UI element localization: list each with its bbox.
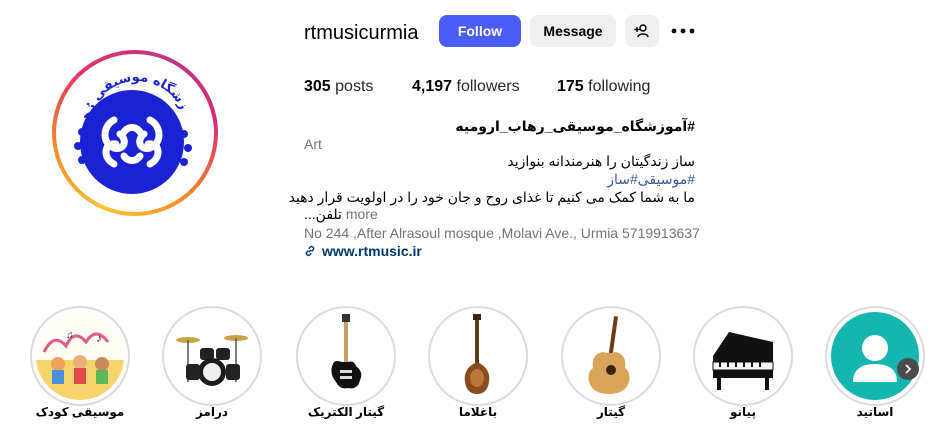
drum-kit-icon	[176, 335, 248, 386]
avatar-logo[interactable]: آموزشگاه موسیقی رُهاب	[62, 60, 208, 206]
bio-title: #آموزشگاه_موسیقی_رهاب_ارومیه	[455, 118, 695, 134]
posts-label: posts	[335, 78, 374, 95]
highlight-teachers[interactable]	[825, 306, 925, 406]
highlight-drums[interactable]	[162, 306, 262, 406]
highlight-label: اساتید	[856, 405, 894, 419]
chevron-right-icon	[905, 364, 912, 374]
suggest-users-button[interactable]	[625, 15, 659, 47]
bio-category: Art	[304, 136, 322, 152]
bio-line-text: تلفن...	[304, 206, 342, 222]
svg-text:♪: ♪	[96, 331, 102, 345]
following-count: 175	[557, 78, 584, 95]
following-label: following	[588, 78, 651, 95]
bio-line: ساز زندگیتان را هنرمندانه بنوازید	[507, 153, 695, 169]
posts-stat: 305 posts	[304, 77, 373, 97]
highlight-baglama[interactable]	[428, 306, 528, 406]
user-avatar-icon	[853, 335, 897, 382]
followers-label: followers	[456, 78, 520, 95]
followers-count: 4,197	[412, 78, 453, 95]
profile-username: rtmusicurmia	[304, 22, 419, 44]
following-stat[interactable]: 175 following	[557, 77, 650, 97]
piano-icon	[712, 332, 774, 390]
bio-line: ما به شما کمک می کنیم تا غذای روح و جان …	[288, 189, 695, 205]
website-link[interactable]: www.rtmusic.ir	[322, 242, 422, 260]
bio-more-link[interactable]: more	[346, 206, 378, 222]
highlight-kids-music[interactable]: ♪ ♫	[30, 306, 130, 406]
bio-address: No 244 ,After Alrasoul mosque ,Molavi Av…	[304, 225, 700, 241]
posts-count: 305	[304, 78, 331, 95]
acoustic-guitar-icon	[588, 316, 630, 394]
highlight-label: باغلاما	[458, 405, 498, 419]
link-icon	[305, 245, 315, 257]
add-user-icon	[634, 24, 649, 38]
highlights-next-button[interactable]	[897, 358, 919, 380]
svg-text:♫: ♫	[66, 330, 74, 341]
highlight-label: گیتار	[596, 405, 626, 419]
highlight-label: پیانو	[730, 405, 756, 419]
more-options-button[interactable]	[668, 20, 698, 42]
bio-hashtags[interactable]: #موسیقی#ساز	[607, 170, 695, 188]
highlight-electric-guitar[interactable]	[296, 306, 396, 406]
highlight-label: گیتار الکتریک	[307, 405, 385, 419]
highlight-piano[interactable]	[693, 306, 793, 406]
electric-guitar-icon	[331, 314, 362, 389]
highlight-label: درامز	[195, 405, 229, 419]
message-button[interactable]: Message	[530, 15, 616, 47]
highlight-label: موسیقی کودک	[35, 405, 125, 419]
bio-website[interactable]: www.rtmusic.ir	[304, 242, 422, 260]
follow-button[interactable]: Follow	[439, 15, 521, 47]
kids-music-icon: ♪♫	[36, 330, 124, 400]
more-dots-icon	[671, 28, 695, 34]
baglama-icon	[464, 314, 490, 394]
bio-line-truncated: تلفن... more	[304, 205, 378, 223]
highlight-guitar[interactable]	[561, 306, 661, 406]
followers-stat[interactable]: 4,197 followers	[412, 77, 520, 97]
